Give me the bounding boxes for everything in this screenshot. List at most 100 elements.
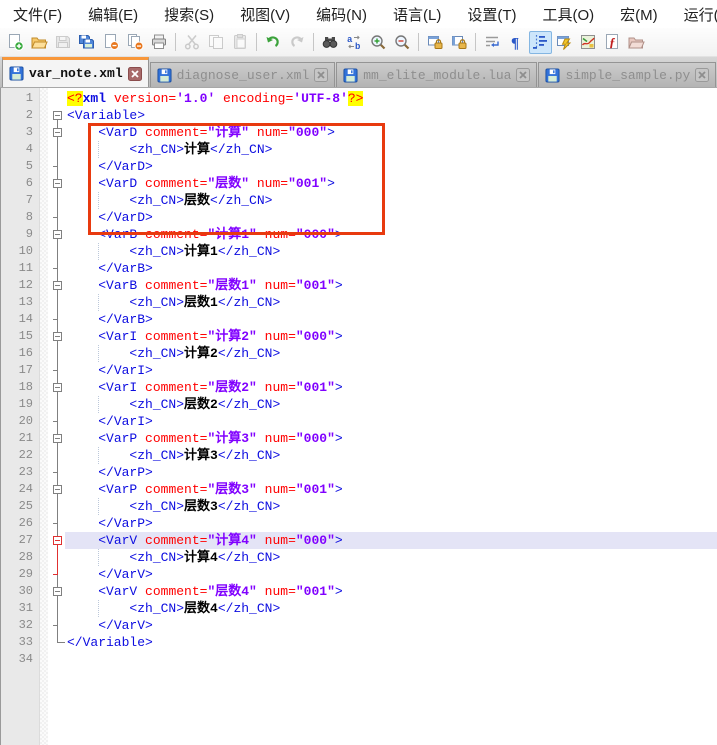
save-all-button[interactable] bbox=[76, 31, 99, 54]
code-line-8[interactable]: 8 </VarD> bbox=[1, 209, 717, 226]
tab-close-icon[interactable] bbox=[128, 67, 142, 81]
code-line-27[interactable]: 27 <VarV comment="计算4" num="000"> bbox=[1, 532, 717, 549]
code-text: <VarB comment="层数1" num="001"> bbox=[65, 277, 717, 294]
print-button[interactable] bbox=[148, 31, 171, 54]
menu-item-settings[interactable]: 设置(T) bbox=[458, 1, 525, 28]
menu-item-file[interactable]: 文件(F) bbox=[4, 1, 71, 28]
open-file-button[interactable] bbox=[28, 31, 51, 54]
line-number: 8 bbox=[1, 209, 40, 226]
code-line-4[interactable]: 4 <zh_CN>计算</zh_CN> bbox=[1, 141, 717, 158]
fold-marker-box[interactable] bbox=[40, 124, 65, 141]
code-line-7[interactable]: 7 <zh_CN>层数</zh_CN> bbox=[1, 192, 717, 209]
code-line-21[interactable]: 21 <VarP comment="计算3" num="000"> bbox=[1, 430, 717, 447]
menu-item-language[interactable]: 语言(L) bbox=[384, 1, 450, 28]
code-line-17[interactable]: 17 </VarI> bbox=[1, 362, 717, 379]
code-line-32[interactable]: 32 </VarV> bbox=[1, 617, 717, 634]
fold-marker-box[interactable] bbox=[40, 481, 65, 498]
replace-button[interactable]: ab bbox=[343, 31, 366, 54]
code-line-19[interactable]: 19 <zh_CN>层数2</zh_CN> bbox=[1, 396, 717, 413]
sync-vertical-scroll-button[interactable] bbox=[424, 31, 447, 54]
line-number: 11 bbox=[1, 260, 40, 277]
function-list-button[interactable]: ƒ bbox=[601, 31, 624, 54]
code-line-18[interactable]: 18 <VarI comment="层数2" num="001"> bbox=[1, 379, 717, 396]
code-line-14[interactable]: 14 </VarB> bbox=[1, 311, 717, 328]
document-map-icon bbox=[579, 33, 597, 51]
toolbar-separator bbox=[475, 33, 476, 51]
menu-item-edit[interactable]: 编辑(E) bbox=[79, 1, 147, 28]
code-line-6[interactable]: 6 <VarD comment="层数" num="001"> bbox=[1, 175, 717, 192]
new-file-button[interactable] bbox=[4, 31, 27, 54]
fold-marker-box[interactable] bbox=[40, 226, 65, 243]
code-line-13[interactable]: 13 <zh_CN>层数1</zh_CN> bbox=[1, 294, 717, 311]
code-line-22[interactable]: 22 <zh_CN>计算3</zh_CN> bbox=[1, 447, 717, 464]
code-line-16[interactable]: 16 <zh_CN>计算2</zh_CN> bbox=[1, 345, 717, 362]
code-line-34[interactable]: 34 bbox=[1, 651, 717, 668]
folder-as-workspace-button[interactable] bbox=[625, 31, 648, 54]
fold-marker-box[interactable] bbox=[40, 175, 65, 192]
code-line-23[interactable]: 23 </VarP> bbox=[1, 464, 717, 481]
code-line-25[interactable]: 25 <zh_CN>层数3</zh_CN> bbox=[1, 498, 717, 515]
tab-diagnose_user.xml[interactable]: diagnose_user.xml bbox=[150, 62, 336, 87]
code-line-3[interactable]: 3 <VarD comment="计算" num="000"> bbox=[1, 124, 717, 141]
fold-marker-boxfirst[interactable] bbox=[40, 107, 65, 124]
fold-marker-box[interactable] bbox=[40, 379, 65, 396]
show-all-characters-button[interactable]: ¶ bbox=[505, 31, 528, 54]
code-line-5[interactable]: 5 </VarD> bbox=[1, 158, 717, 175]
fold-marker-box[interactable] bbox=[40, 277, 65, 294]
tab-mm_elite_module.lua[interactable]: mm_elite_module.lua bbox=[336, 62, 537, 87]
line-number: 5 bbox=[1, 158, 40, 175]
code-line-1[interactable]: 1<?xml version='1.0' encoding='UTF-8'?> bbox=[1, 90, 717, 107]
tab-label: diagnose_user.xml bbox=[177, 68, 310, 83]
code-text: </VarP> bbox=[65, 464, 717, 481]
code-line-12[interactable]: 12 <VarB comment="层数1" num="001"> bbox=[1, 277, 717, 294]
code-line-29[interactable]: 29 </VarV> bbox=[1, 566, 717, 583]
code-line-26[interactable]: 26 </VarP> bbox=[1, 515, 717, 532]
menu-item-search[interactable]: 搜索(S) bbox=[155, 1, 223, 28]
code-line-33[interactable]: 33</Variable> bbox=[1, 634, 717, 651]
fold-marker-box[interactable] bbox=[40, 430, 65, 447]
save-button bbox=[52, 31, 75, 54]
code-line-31[interactable]: 31 <zh_CN>层数4</zh_CN> bbox=[1, 600, 717, 617]
zoom-out-button[interactable] bbox=[391, 31, 414, 54]
code-text bbox=[65, 651, 717, 668]
fold-margin-cell bbox=[40, 90, 65, 107]
menu-item-macro[interactable]: 宏(M) bbox=[611, 1, 667, 28]
tab-simple_sample.py[interactable]: simple_sample.py bbox=[538, 62, 716, 87]
tab-close-icon[interactable] bbox=[314, 68, 328, 82]
code-line-2[interactable]: 2<Variable> bbox=[1, 107, 717, 124]
code-text: </VarD> bbox=[65, 209, 717, 226]
fold-marker-box[interactable] bbox=[40, 532, 65, 549]
fold-marker-box[interactable] bbox=[40, 583, 65, 600]
tab-close-icon[interactable] bbox=[695, 68, 709, 82]
code-line-24[interactable]: 24 <VarP comment="层数3" num="001"> bbox=[1, 481, 717, 498]
close-all-button[interactable] bbox=[124, 31, 147, 54]
find-button[interactable] bbox=[319, 31, 342, 54]
sync-horizontal-scroll-button[interactable] bbox=[448, 31, 471, 54]
menu-item-encoding[interactable]: 编码(N) bbox=[307, 1, 376, 28]
editor-area[interactable]: 1<?xml version='1.0' encoding='UTF-8'?>2… bbox=[0, 88, 717, 745]
menu-item-tools[interactable]: 工具(O) bbox=[533, 1, 603, 28]
menu-item-run[interactable]: 运行(R) bbox=[675, 1, 717, 28]
document-map-button[interactable] bbox=[577, 31, 600, 54]
code-line-15[interactable]: 15 <VarI comment="计算2" num="000"> bbox=[1, 328, 717, 345]
code-line-20[interactable]: 20 </VarI> bbox=[1, 413, 717, 430]
define-language-button[interactable] bbox=[553, 31, 576, 54]
zoom-in-button[interactable] bbox=[367, 31, 390, 54]
menu-item-view[interactable]: 视图(V) bbox=[231, 1, 299, 28]
tab-label: simple_sample.py bbox=[565, 68, 690, 83]
indent-guide-button[interactable] bbox=[529, 31, 552, 54]
fold-marker-box[interactable] bbox=[40, 328, 65, 345]
cut-icon bbox=[183, 33, 201, 51]
line-number: 21 bbox=[1, 430, 40, 447]
code-line-9[interactable]: 9 <VarB comment="计算1" num="000"> bbox=[1, 226, 717, 243]
word-wrap-button[interactable] bbox=[481, 31, 504, 54]
close-button[interactable] bbox=[100, 31, 123, 54]
code-line-11[interactable]: 11 </VarB> bbox=[1, 260, 717, 277]
undo-button[interactable] bbox=[262, 31, 285, 54]
fold-marker-line bbox=[40, 141, 65, 158]
code-line-28[interactable]: 28 <zh_CN>计算4</zh_CN> bbox=[1, 549, 717, 566]
tab-close-icon[interactable] bbox=[516, 68, 530, 82]
tab-var_note.xml[interactable]: var_note.xml bbox=[2, 57, 149, 87]
code-line-10[interactable]: 10 <zh_CN>计算1</zh_CN> bbox=[1, 243, 717, 260]
code-line-30[interactable]: 30 <VarV comment="层数4" num="001"> bbox=[1, 583, 717, 600]
